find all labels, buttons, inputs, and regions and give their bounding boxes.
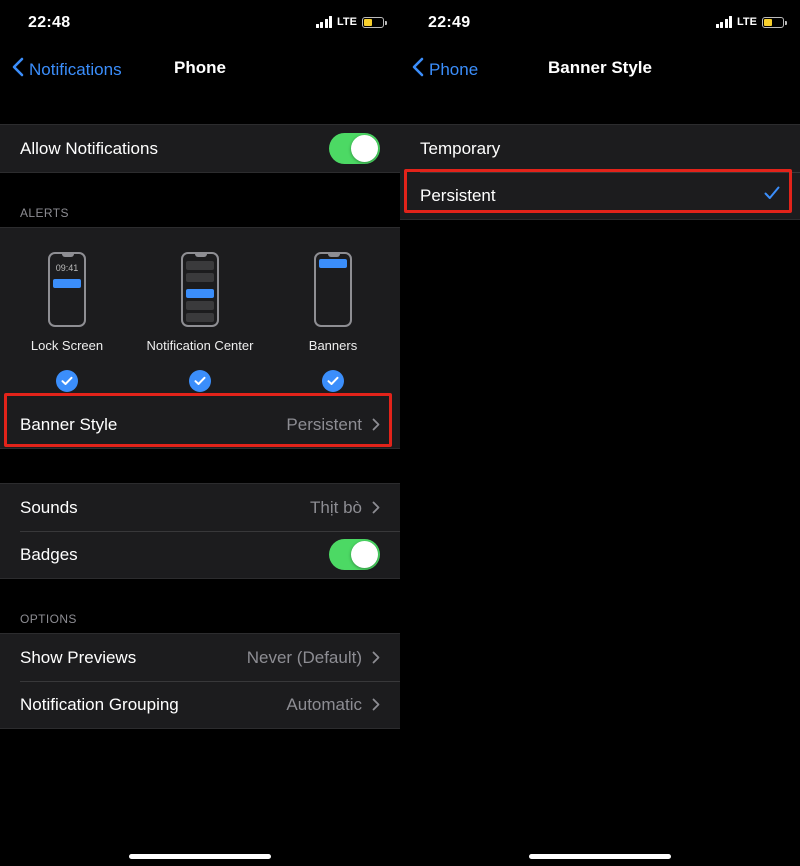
- status-time: 22:49: [428, 14, 471, 31]
- home-indicator: [129, 854, 271, 859]
- option-temporary[interactable]: Temporary: [400, 125, 800, 172]
- alerts-section-header: ALERTS: [20, 206, 69, 220]
- badges-toggle[interactable]: [329, 539, 380, 570]
- chevron-left-icon: [12, 57, 24, 82]
- status-time: 22:48: [28, 14, 71, 31]
- sounds-label: Sounds: [20, 497, 78, 517]
- show-previews-label: Show Previews: [20, 647, 137, 667]
- sounds-badges-group: Sounds Thịt bò Badges: [0, 483, 400, 579]
- status-bar: 22:48 LTE: [0, 0, 400, 46]
- battery-level: [364, 18, 373, 26]
- allow-notifications-row: Allow Notifications: [0, 125, 400, 172]
- banner-style-label: Banner Style: [20, 414, 118, 434]
- allow-notifications-toggle[interactable]: [329, 133, 380, 164]
- lock-screen-preview-icon: 09:41: [48, 252, 86, 327]
- lock-screen-preview-time: 09:41: [55, 263, 79, 273]
- allow-notifications-label: Allow Notifications: [20, 138, 158, 158]
- lock-screen-checkmark-icon[interactable]: [56, 370, 78, 392]
- toggle-knob: [351, 541, 378, 568]
- status-indicators: LTE: [715, 16, 787, 28]
- banner-style-list: Temporary Persistent: [400, 90, 800, 866]
- notification-grouping-label: Notification Grouping: [20, 694, 179, 714]
- sounds-value: Thịt bò: [310, 497, 362, 517]
- alert-option-banners[interactable]: Banners: [268, 252, 398, 392]
- alerts-group: 09:41 Lock Screen Notification Center Ba…: [0, 227, 400, 449]
- chevron-right-icon: [372, 698, 380, 711]
- alert-option-notification-center[interactable]: Notification Center: [135, 252, 265, 392]
- option-persistent[interactable]: Persistent: [400, 172, 800, 219]
- back-button[interactable]: Notifications: [12, 57, 122, 82]
- options-group: Show Previews Never (Default) Notificati…: [0, 633, 400, 729]
- chevron-right-icon: [372, 418, 380, 431]
- notification-grouping-value: Automatic: [286, 694, 362, 714]
- banner-style-screen: 22:49 LTE Phone Banner Style Temporary P…: [400, 0, 800, 866]
- battery-icon: [362, 16, 387, 28]
- notification-center-checkmark-icon[interactable]: [189, 370, 211, 392]
- back-button-label: Phone: [429, 59, 479, 79]
- badges-row: Badges: [0, 531, 400, 578]
- allow-notifications-group: Allow Notifications: [0, 124, 400, 173]
- alert-option-label: Lock Screen: [30, 338, 104, 353]
- status-indicators: LTE: [315, 16, 387, 28]
- home-indicator: [529, 854, 671, 859]
- battery-icon: [762, 16, 787, 28]
- back-button-label: Notifications: [29, 59, 122, 79]
- chevron-left-icon: [412, 57, 424, 82]
- chevron-right-icon: [372, 651, 380, 664]
- navigation-bar: Notifications Phone: [0, 46, 400, 90]
- banners-preview-icon: [314, 252, 352, 327]
- phone-settings-screen: 22:48 LTE Notifications Phone Allow Noti…: [0, 0, 400, 866]
- network-type: LTE: [737, 16, 757, 28]
- network-type: LTE: [337, 16, 357, 28]
- badges-label: Badges: [20, 544, 78, 564]
- alert-option-label: Banners: [308, 338, 358, 353]
- alert-types: 09:41 Lock Screen Notification Center Ba…: [0, 228, 400, 401]
- notification-grouping-row[interactable]: Notification Grouping Automatic: [0, 681, 400, 728]
- option-temporary-label: Temporary: [420, 138, 501, 158]
- checkmark-icon: [764, 186, 780, 205]
- show-previews-row[interactable]: Show Previews Never (Default): [0, 634, 400, 681]
- alert-option-label: Notification Center: [146, 338, 254, 353]
- alert-option-lock-screen[interactable]: 09:41 Lock Screen: [2, 252, 132, 392]
- options-section-header: OPTIONS: [20, 612, 77, 626]
- option-persistent-label: Persistent: [420, 185, 496, 205]
- battery-level: [764, 18, 773, 26]
- signal-icon: [315, 16, 333, 28]
- navigation-bar: Phone Banner Style: [400, 46, 800, 90]
- status-bar: 22:49 LTE: [400, 0, 800, 46]
- banner-style-row[interactable]: Banner Style Persistent: [0, 401, 400, 448]
- banner-style-value: Persistent: [286, 414, 362, 434]
- show-previews-value: Never (Default): [246, 647, 362, 667]
- notification-center-preview-icon: [181, 252, 219, 327]
- settings-list: Allow Notifications ALERTS 09:41 Lock Sc…: [0, 90, 400, 866]
- sounds-row[interactable]: Sounds Thịt bò: [0, 484, 400, 531]
- signal-icon: [715, 16, 733, 28]
- banner-style-options-group: Temporary Persistent: [400, 124, 800, 220]
- toggle-knob: [351, 135, 378, 162]
- back-button[interactable]: Phone: [412, 57, 478, 82]
- chevron-right-icon: [372, 501, 380, 514]
- banners-checkmark-icon[interactable]: [322, 370, 344, 392]
